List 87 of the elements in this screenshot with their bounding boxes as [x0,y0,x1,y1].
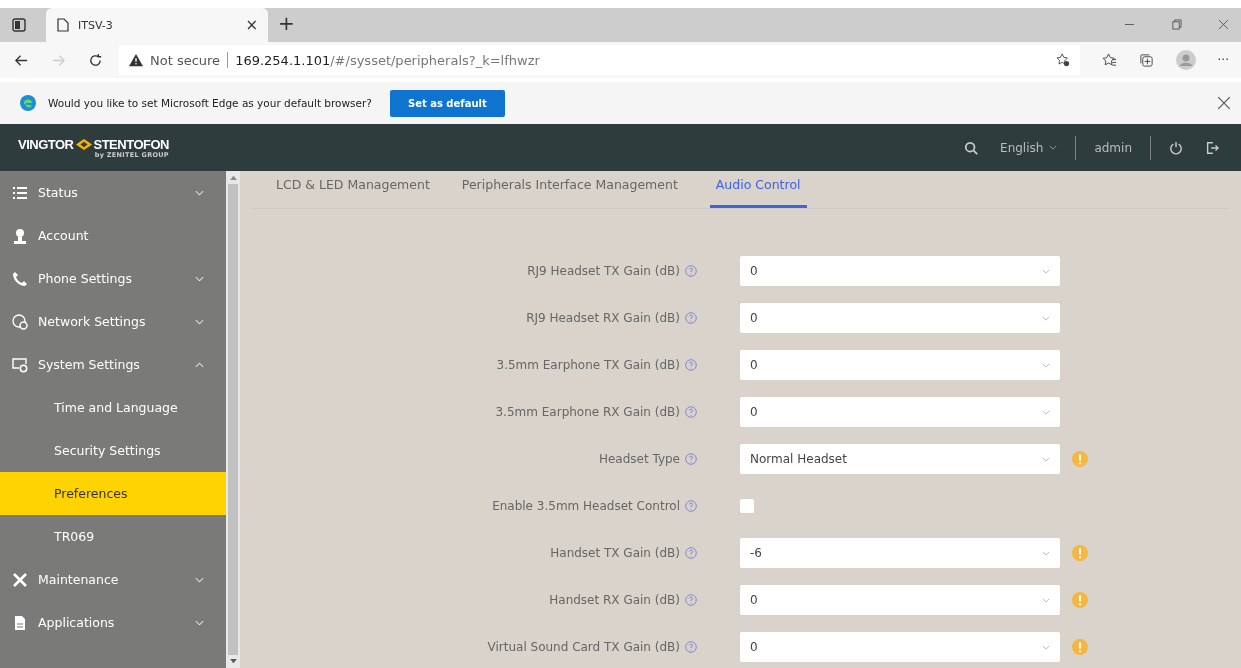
help-icon[interactable] [685,594,697,606]
sidebar-item[interactable]: Applications [0,601,226,644]
caret-down-icon [1042,362,1050,368]
logout-icon[interactable] [1205,140,1219,155]
scrollbar[interactable] [226,171,240,668]
help-icon[interactable] [685,453,697,465]
sidebar-subitem[interactable]: Preferences [0,472,226,515]
caret-down-icon [1042,409,1050,415]
checkbox[interactable] [740,499,754,513]
field-label: Handset TX Gain (dB) [550,546,680,560]
restore-icon[interactable] [1171,19,1182,30]
field-label: Handset RX Gain (dB) [549,593,680,607]
url-text: 169.254.1.101/#/sysset/peripherals?_k=lfhwzr [235,52,540,68]
caret-down-icon [1049,145,1058,150]
help-icon[interactable] [685,406,697,418]
help-icon[interactable] [685,265,697,277]
tab-close-button[interactable]: × [245,16,258,34]
favorites-icon[interactable] [1101,52,1117,68]
address-bar[interactable]: Not secure 169.254.1.101/#/sysset/peripherals?_k=lfhwzr [119,45,1080,75]
refresh-icon[interactable] [88,52,103,68]
help-icon[interactable] [685,359,697,371]
tab-actions-icon[interactable] [12,18,26,32]
add-favorite-icon[interactable] [1055,53,1070,67]
sidebar-item[interactable]: Maintenance [0,558,226,601]
field-label: Headset Type [598,452,680,466]
monitor-gear-icon [12,356,28,373]
globe-gear-icon [12,313,28,330]
field-label: RJ9 Headset RX Gain (dB) [526,311,680,325]
warning-icon [129,53,143,67]
default-browser-message: Would you like to set Microsoft Edge as your default browser? [48,97,372,109]
scroll-up-icon[interactable] [229,175,237,180]
dropdown-field[interactable]: 0 [740,303,1060,333]
close-icon[interactable] [1217,96,1231,110]
caret-down-icon [1042,315,1050,321]
tab[interactable]: Peripherals Interface Management [461,171,678,208]
dropdown-field[interactable]: 0 [740,585,1060,615]
more-menu-button[interactable]: ··· [1217,53,1229,67]
field-label: Enable 3.5mm Headset Control [492,499,680,513]
user-name[interactable]: admin [1094,140,1132,155]
help-icon[interactable] [685,547,697,559]
sidebar-subitem[interactable]: Security Settings [0,429,226,472]
sidebar-subitem[interactable]: TR069 [0,515,226,558]
profile-avatar-icon[interactable] [1175,50,1196,70]
power-icon[interactable] [1169,140,1183,155]
field-label: 3.5mm Earphone TX Gain (dB) [496,358,680,372]
phone-icon [12,270,28,287]
help-icon[interactable] [685,500,697,512]
sidebar-item[interactable]: Phone Settings [0,257,226,300]
dropdown-field[interactable]: 0 [740,397,1060,427]
field-label: RJ9 Headset TX Gain (dB) [527,264,680,278]
person-icon [12,227,28,244]
dropdown-field[interactable]: -6 [740,538,1060,568]
search-icon[interactable] [964,140,979,155]
dropdown-field[interactable]: 0 [740,632,1060,662]
collections-icon[interactable] [1138,52,1154,68]
field-label: Virtual Sound Card TX Gain (dB) [487,640,680,654]
sidebar-item[interactable]: Status [0,171,226,214]
tab[interactable]: LCD & LED Management [276,171,430,208]
sidebar-item[interactable]: System Settings [0,343,226,386]
tab[interactable]: Audio Control [709,171,807,208]
new-tab-button[interactable]: + [278,11,295,35]
sidebar-subitem[interactable]: Time and Language [0,386,226,429]
caret-down-icon [1042,597,1050,603]
tab-title: ITSV-3 [78,18,114,32]
sidebar-item[interactable]: Network Settings [0,300,226,343]
security-label: Not secure [150,52,221,68]
field-label: 3.5mm Earphone RX Gain (dB) [495,405,680,419]
sidebar-item[interactable]: Account [0,214,226,257]
list-icon [12,184,28,201]
dropdown-field[interactable]: Normal Headset [740,444,1060,474]
set-as-default-button[interactable]: Set as default [389,89,505,117]
scroll-down-icon[interactable] [229,659,237,664]
close-icon[interactable] [1218,19,1229,30]
tools-icon [12,571,28,588]
page-icon [56,18,70,32]
dropdown-field[interactable]: 0 [740,256,1060,286]
document-icon [12,614,28,631]
help-icon[interactable] [685,312,697,324]
caret-down-icon [1042,644,1050,650]
caret-down-icon [1042,268,1050,274]
dropdown-field[interactable]: 0 [740,350,1060,380]
caret-down-icon [1042,550,1050,556]
help-icon[interactable] [685,641,697,653]
edge-logo-icon [20,95,36,111]
language-dropdown[interactable]: English [1000,140,1058,155]
caret-down-icon [1042,456,1050,462]
browser-tab[interactable]: ITSV-3 × [46,8,268,42]
